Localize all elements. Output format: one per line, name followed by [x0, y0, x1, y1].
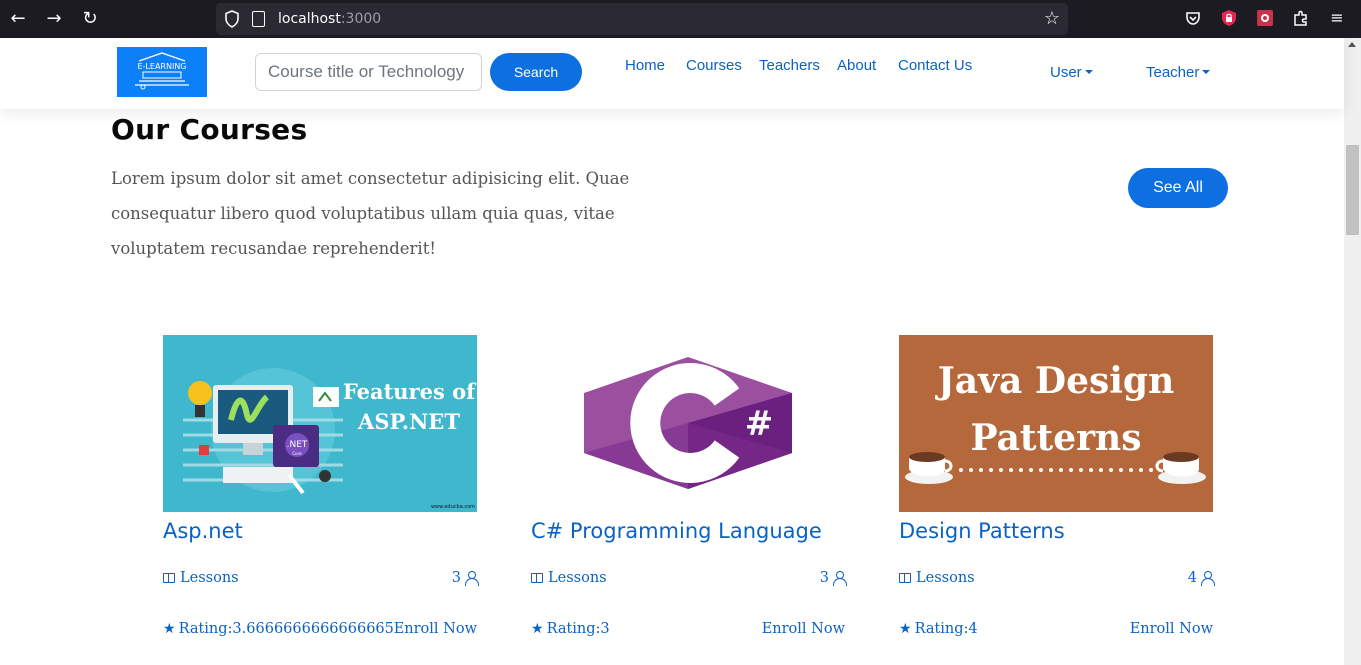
course-lessons: Lessons: [531, 570, 607, 586]
course-rating: ★ Rating:4: [899, 621, 978, 637]
course-rating: ★ Rating:3.6666666666666665: [163, 621, 394, 637]
user-dropdown-label: User: [1050, 64, 1082, 81]
person-icon: [465, 571, 479, 586]
user-dropdown[interactable]: User: [1050, 64, 1093, 81]
course-lessons: Lessons: [163, 570, 239, 586]
svg-text:Features of: Features of: [343, 379, 477, 404]
person-icon: [1201, 571, 1215, 586]
course-image-java-design-patterns[interactable]: Java Design Patterns: [899, 335, 1213, 512]
enroll-now-link[interactable]: Enroll Now: [762, 621, 845, 637]
book-icon: [531, 573, 543, 583]
star-icon: ★: [531, 621, 544, 637]
search-button[interactable]: Search: [490, 53, 582, 91]
course-title[interactable]: C# Programming Language: [531, 519, 822, 543]
nav-home[interactable]: Home: [625, 57, 665, 74]
back-icon[interactable]: ←: [8, 9, 28, 29]
book-icon: [163, 573, 175, 583]
svg-text:Patterns: Patterns: [971, 417, 1142, 459]
search-input[interactable]: Course title or Technology: [255, 53, 482, 91]
page-scrollbar[interactable]: [1344, 38, 1361, 665]
nav-contact-us[interactable]: Contact Us: [898, 57, 972, 74]
menu-hamburger-icon[interactable]: ≡: [1328, 9, 1346, 27]
enroll-now-link[interactable]: Enroll Now: [394, 621, 477, 637]
address-bar[interactable]: localhost:3000 ☆: [216, 3, 1068, 35]
course-title[interactable]: Asp.net: [163, 519, 243, 543]
nav-teachers[interactable]: Teachers: [759, 57, 820, 74]
svg-text:.NET: .NET: [287, 440, 308, 450]
scroll-up-arrow-icon[interactable]: [1348, 42, 1356, 47]
teacher-dropdown[interactable]: Teacher: [1146, 64, 1211, 81]
teacher-dropdown-label: Teacher: [1146, 64, 1200, 81]
section-description: Lorem ipsum dolor sit amet consectetur a…: [111, 169, 630, 258]
course-image-csharp[interactable]: #: [531, 335, 845, 512]
extension-lock-icon[interactable]: [1220, 9, 1238, 27]
forward-icon[interactable]: →: [44, 9, 64, 29]
course-image-aspnet[interactable]: .NET Core Features of ASP.NET www.educba…: [163, 335, 477, 512]
site-logo[interactable]: E-LEARNING: [117, 47, 207, 97]
caret-down-icon: [1202, 70, 1211, 74]
extensions-puzzle-icon[interactable]: [1292, 9, 1310, 27]
extension-app-icon[interactable]: [1256, 9, 1274, 27]
person-icon: [833, 571, 847, 586]
star-icon: ★: [899, 621, 912, 637]
url-text: localhost:3000: [278, 11, 382, 27]
course-title[interactable]: Design Patterns: [899, 519, 1065, 543]
nav-courses[interactable]: Courses: [686, 57, 742, 74]
reload-icon[interactable]: ↻: [80, 9, 100, 29]
page-icon: [252, 11, 265, 27]
logo-graphic-icon: E-LEARNING: [135, 52, 189, 90]
enroll-now-link[interactable]: Enroll Now: [1130, 621, 1213, 637]
scroll-thumb[interactable]: [1346, 145, 1359, 235]
book-icon: [899, 573, 911, 583]
svg-text:E-LEARNING: E-LEARNING: [137, 62, 186, 71]
svg-text:#: #: [745, 404, 774, 444]
caret-down-icon: [1084, 70, 1093, 74]
course-students: 3: [452, 570, 479, 586]
nav-about[interactable]: About: [837, 57, 876, 74]
see-all-button[interactable]: See All: [1128, 168, 1228, 208]
site-navbar: E-LEARNING Course title or Technology Se…: [0, 38, 1344, 109]
section-title: Our Courses: [111, 113, 308, 146]
course-rating: ★ Rating:3: [531, 621, 610, 637]
svg-text:ASP.NET: ASP.NET: [357, 409, 460, 434]
shield-icon[interactable]: [224, 10, 240, 28]
star-icon: ★: [163, 621, 176, 637]
pocket-icon[interactable]: [1184, 9, 1202, 27]
course-lessons: Lessons: [899, 570, 975, 586]
browser-toolbar: ← → ↻ localhost:3000 ☆ ≡: [0, 0, 1361, 38]
bookmark-star-icon[interactable]: ☆: [1044, 8, 1060, 29]
svg-text:Java Design: Java Design: [935, 360, 1175, 402]
course-students: 3: [820, 570, 847, 586]
course-students: 4: [1188, 570, 1215, 586]
svg-text:Core: Core: [292, 451, 302, 456]
svg-text:www.educba.com: www.educba.com: [431, 504, 475, 510]
